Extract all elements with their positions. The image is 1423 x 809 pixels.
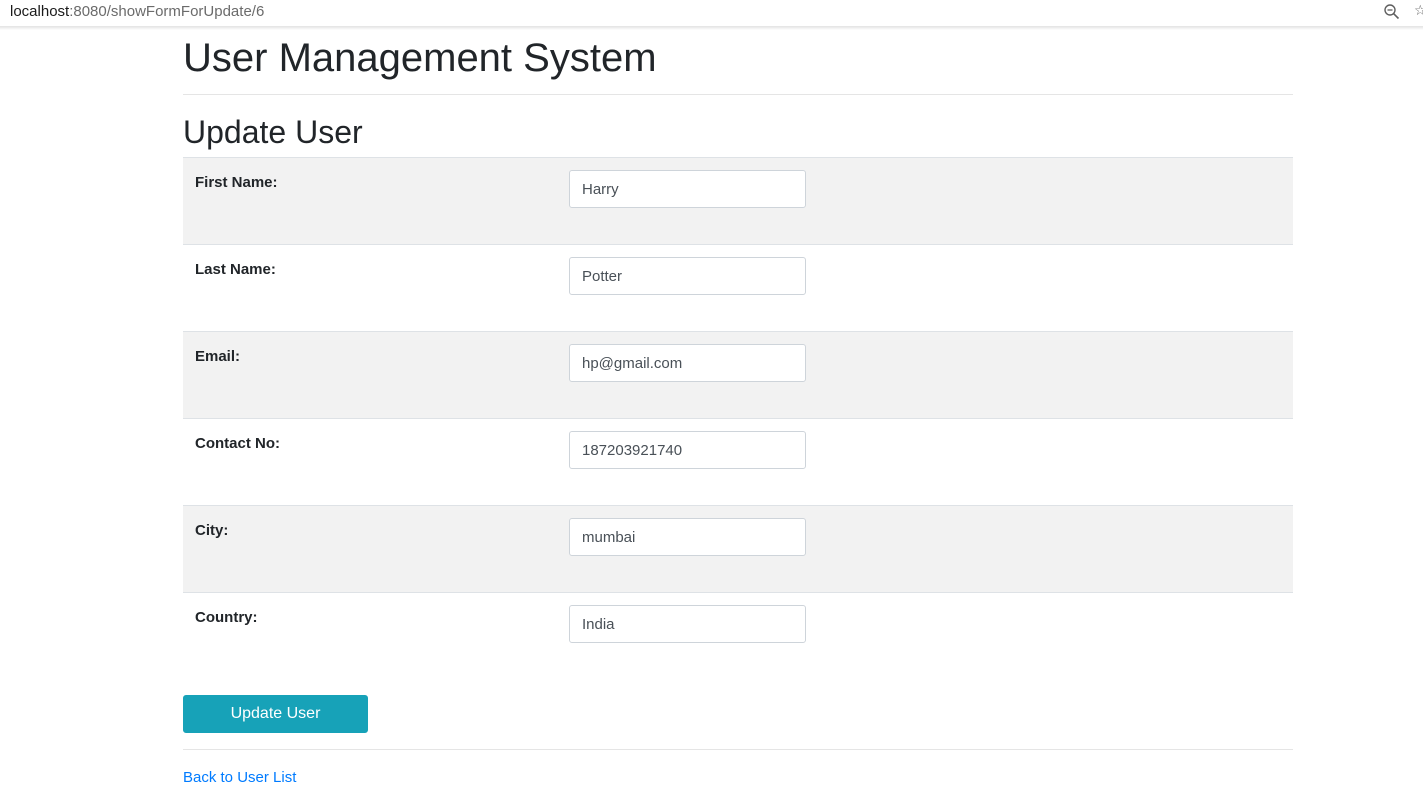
form-row-contact-no: Contact No: [183, 418, 1293, 506]
form-row-last-name: Last Name: [183, 244, 1293, 332]
form-row-email: Email: [183, 331, 1293, 419]
url-path: :8080/showFormForUpdate/6 [69, 3, 265, 20]
url-text[interactable]: localhost:8080/showFormForUpdate/6 [10, 2, 264, 22]
email-input[interactable] [569, 344, 806, 382]
first-name-input[interactable] [569, 170, 806, 208]
form-row-first-name: First Name: [183, 157, 1293, 245]
update-user-button[interactable]: Update User [183, 695, 368, 733]
city-label: City: [195, 522, 229, 539]
form-row-country: Country: [183, 592, 1293, 680]
city-input[interactable] [569, 518, 806, 556]
back-to-user-list-link[interactable]: Back to User List [183, 768, 296, 788]
toolbar-shadow [0, 27, 1423, 30]
form-title: Update User [183, 114, 363, 150]
country-label: Country: [195, 609, 258, 626]
favorite-star-icon[interactable]: ☆ [1414, 2, 1423, 20]
zoom-out-icon[interactable] [1383, 3, 1401, 21]
contact-no-label: Contact No: [195, 435, 280, 452]
country-input[interactable] [569, 605, 806, 643]
divider-bottom [183, 749, 1293, 750]
browser-address-bar[interactable]: localhost:8080/showFormForUpdate/6 ☆ [0, 0, 1423, 27]
email-label: Email: [195, 348, 241, 365]
app-title: User Management System [183, 36, 657, 80]
form-table: First Name: Last Name: Email: Contact No… [183, 157, 1293, 680]
url-host: localhost [10, 3, 70, 20]
first-name-label: First Name: [195, 174, 278, 191]
divider-top [183, 94, 1293, 95]
form-row-city: City: [183, 505, 1293, 593]
contact-no-input[interactable] [569, 431, 806, 469]
last-name-label: Last Name: [195, 261, 276, 278]
last-name-input[interactable] [569, 257, 806, 295]
